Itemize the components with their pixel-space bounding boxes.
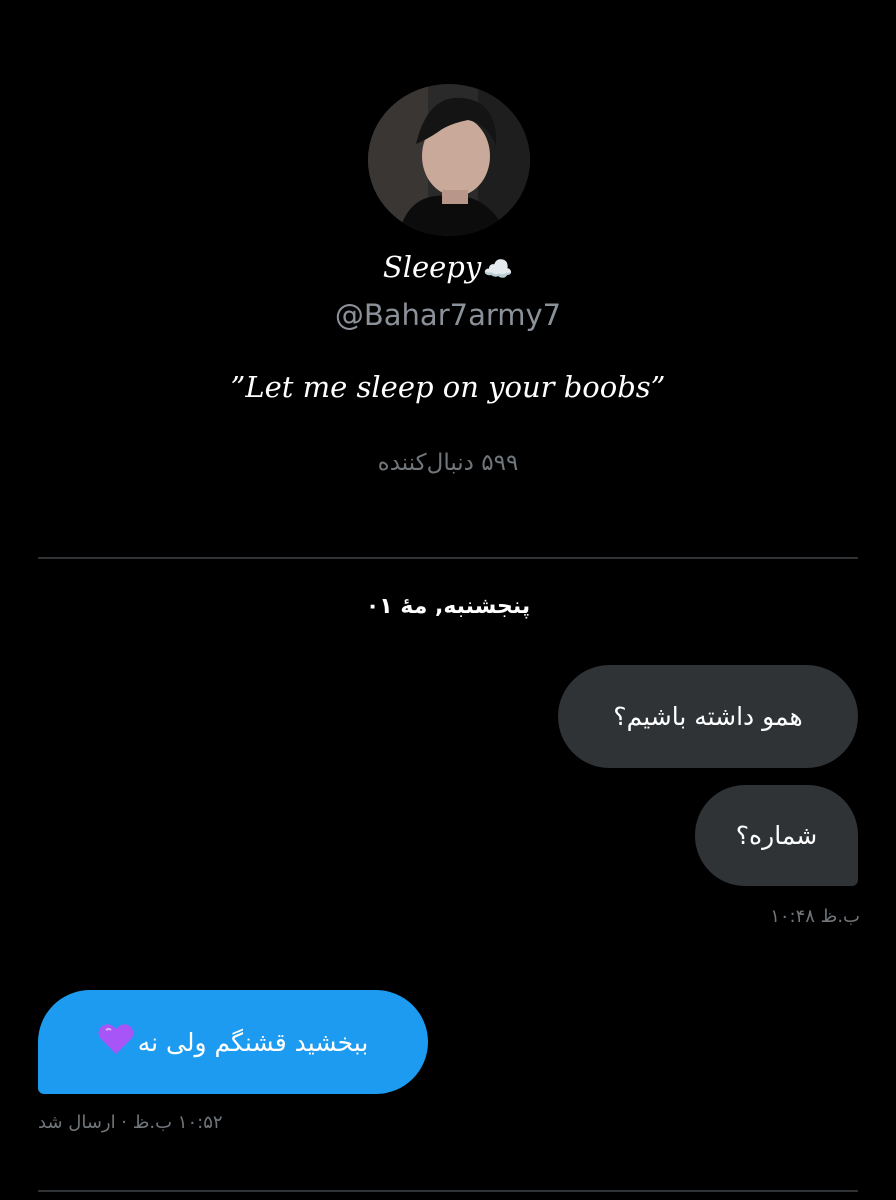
followers-count[interactable]: ۵۹۹ دنبال‌کننده xyxy=(0,450,896,476)
message-text: شماره؟ xyxy=(735,821,818,850)
cloud-icon: ☁️ xyxy=(483,255,514,283)
display-name-text: Sleepy xyxy=(382,250,482,284)
received-timestamp: ۱۰:۴۸ ب.ظ xyxy=(770,906,860,927)
purple-heart-icon xyxy=(98,1023,134,1061)
avatar-image xyxy=(368,84,530,236)
message-text: ببخشید قشنگم ولی نه xyxy=(137,1027,369,1057)
sent-status: ۱۰:۵۲ ب.ظ · ارسال شد xyxy=(38,1112,223,1133)
profile-avatar[interactable] xyxy=(368,84,530,236)
received-message-bubble[interactable]: همو داشته باشیم؟ xyxy=(558,665,858,768)
message-text: همو داشته باشیم؟ xyxy=(613,702,803,731)
user-handle: @Bahar7army7 xyxy=(334,298,562,332)
sent-message-bubble[interactable]: ببخشید قشنگم ولی نه xyxy=(38,990,428,1094)
date-separator: پنجشنبه, مهٔ ۰۱ xyxy=(365,594,531,619)
profile-bio: ”Let me sleep on your boobs” xyxy=(230,370,666,404)
profile-divider xyxy=(38,557,858,559)
display-name: Sleepy☁️ xyxy=(0,250,896,284)
received-message-bubble[interactable]: شماره؟ xyxy=(695,785,858,886)
bottom-divider xyxy=(38,1190,858,1192)
